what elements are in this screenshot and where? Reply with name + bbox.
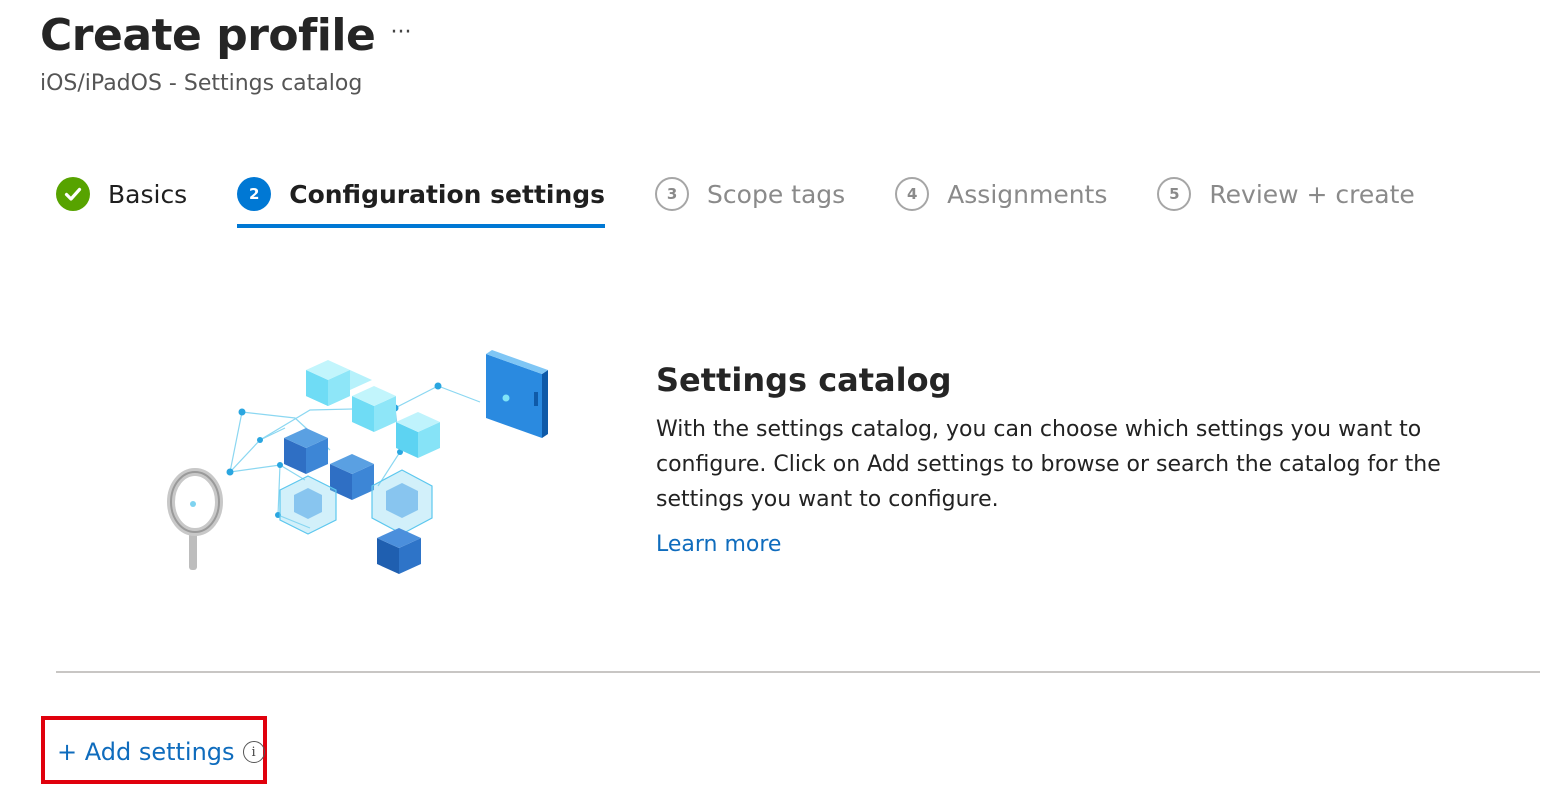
step-number-badge: 4 xyxy=(895,177,930,211)
step-number-badge: 3 xyxy=(655,177,690,211)
wizard-step-label: Review + create xyxy=(1209,179,1415,209)
wizard-step-label: Basics xyxy=(108,179,188,209)
settings-catalog-heading: Settings catalog xyxy=(656,361,952,399)
check-icon xyxy=(56,177,90,211)
active-step-underline xyxy=(237,224,606,228)
settings-catalog-illustration xyxy=(150,340,570,590)
wizard-step-scope-tags[interactable]: 3 Scope tags xyxy=(655,170,845,218)
step-number-badge: 5 xyxy=(1157,177,1192,211)
wizard-step-review-create[interactable]: 5 Review + create xyxy=(1157,170,1415,218)
add-settings-button[interactable]: + Add settings i xyxy=(57,734,265,770)
wizard-step-configuration-settings[interactable]: 2 Configuration settings xyxy=(237,170,606,228)
section-divider xyxy=(56,671,1540,673)
more-options-button[interactable]: ··· xyxy=(384,18,418,52)
info-icon[interactable]: i xyxy=(242,741,265,763)
wizard-step-basics[interactable]: Basics xyxy=(56,170,187,218)
wizard-step-assignments[interactable]: 4 Assignments xyxy=(895,170,1107,218)
add-settings-label: + Add settings xyxy=(57,738,235,766)
wizard-steps: Basics 2 Configuration settings 3 Scope … xyxy=(56,170,1415,230)
page-title: Create profile xyxy=(40,10,376,61)
learn-more-link[interactable]: Learn more xyxy=(656,528,781,562)
wizard-step-label: Assignments xyxy=(947,179,1108,209)
page-subtitle: iOS/iPadOS - Settings catalog xyxy=(40,71,363,96)
wizard-step-label: Scope tags xyxy=(707,179,846,209)
wizard-step-label: Configuration settings xyxy=(289,179,606,209)
step-number-badge: 2 xyxy=(237,177,272,211)
settings-catalog-description: With the settings catalog, you can choos… xyxy=(656,417,1441,512)
